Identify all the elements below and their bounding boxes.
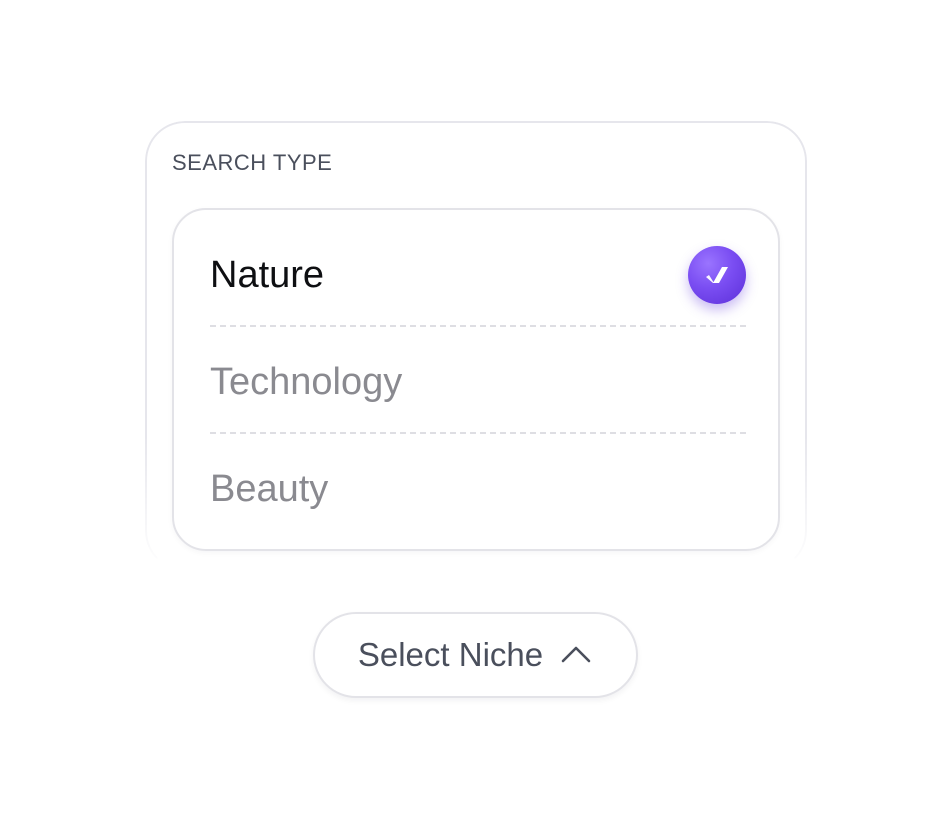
option-beauty[interactable]: Beauty: [210, 436, 746, 542]
option-nature[interactable]: Nature: [210, 222, 746, 328]
search-type-widget: SEARCH TYPE Nature Technology Beauty Sel…: [0, 0, 948, 819]
select-niche-button[interactable]: Select Niche: [313, 612, 638, 698]
option-label: Beauty: [210, 467, 329, 510]
option-divider: [210, 325, 746, 327]
chevron-up-icon: [559, 638, 593, 672]
option-label: Nature: [210, 253, 325, 296]
option-technology[interactable]: Technology: [210, 329, 746, 435]
search-type-heading: SEARCH TYPE: [172, 150, 333, 175]
options-list: Nature Technology Beauty: [172, 208, 780, 551]
select-niche-label: Select Niche: [357, 636, 544, 673]
option-divider: [210, 432, 746, 434]
option-label: Technology: [210, 360, 403, 403]
check-icon: [688, 246, 746, 304]
